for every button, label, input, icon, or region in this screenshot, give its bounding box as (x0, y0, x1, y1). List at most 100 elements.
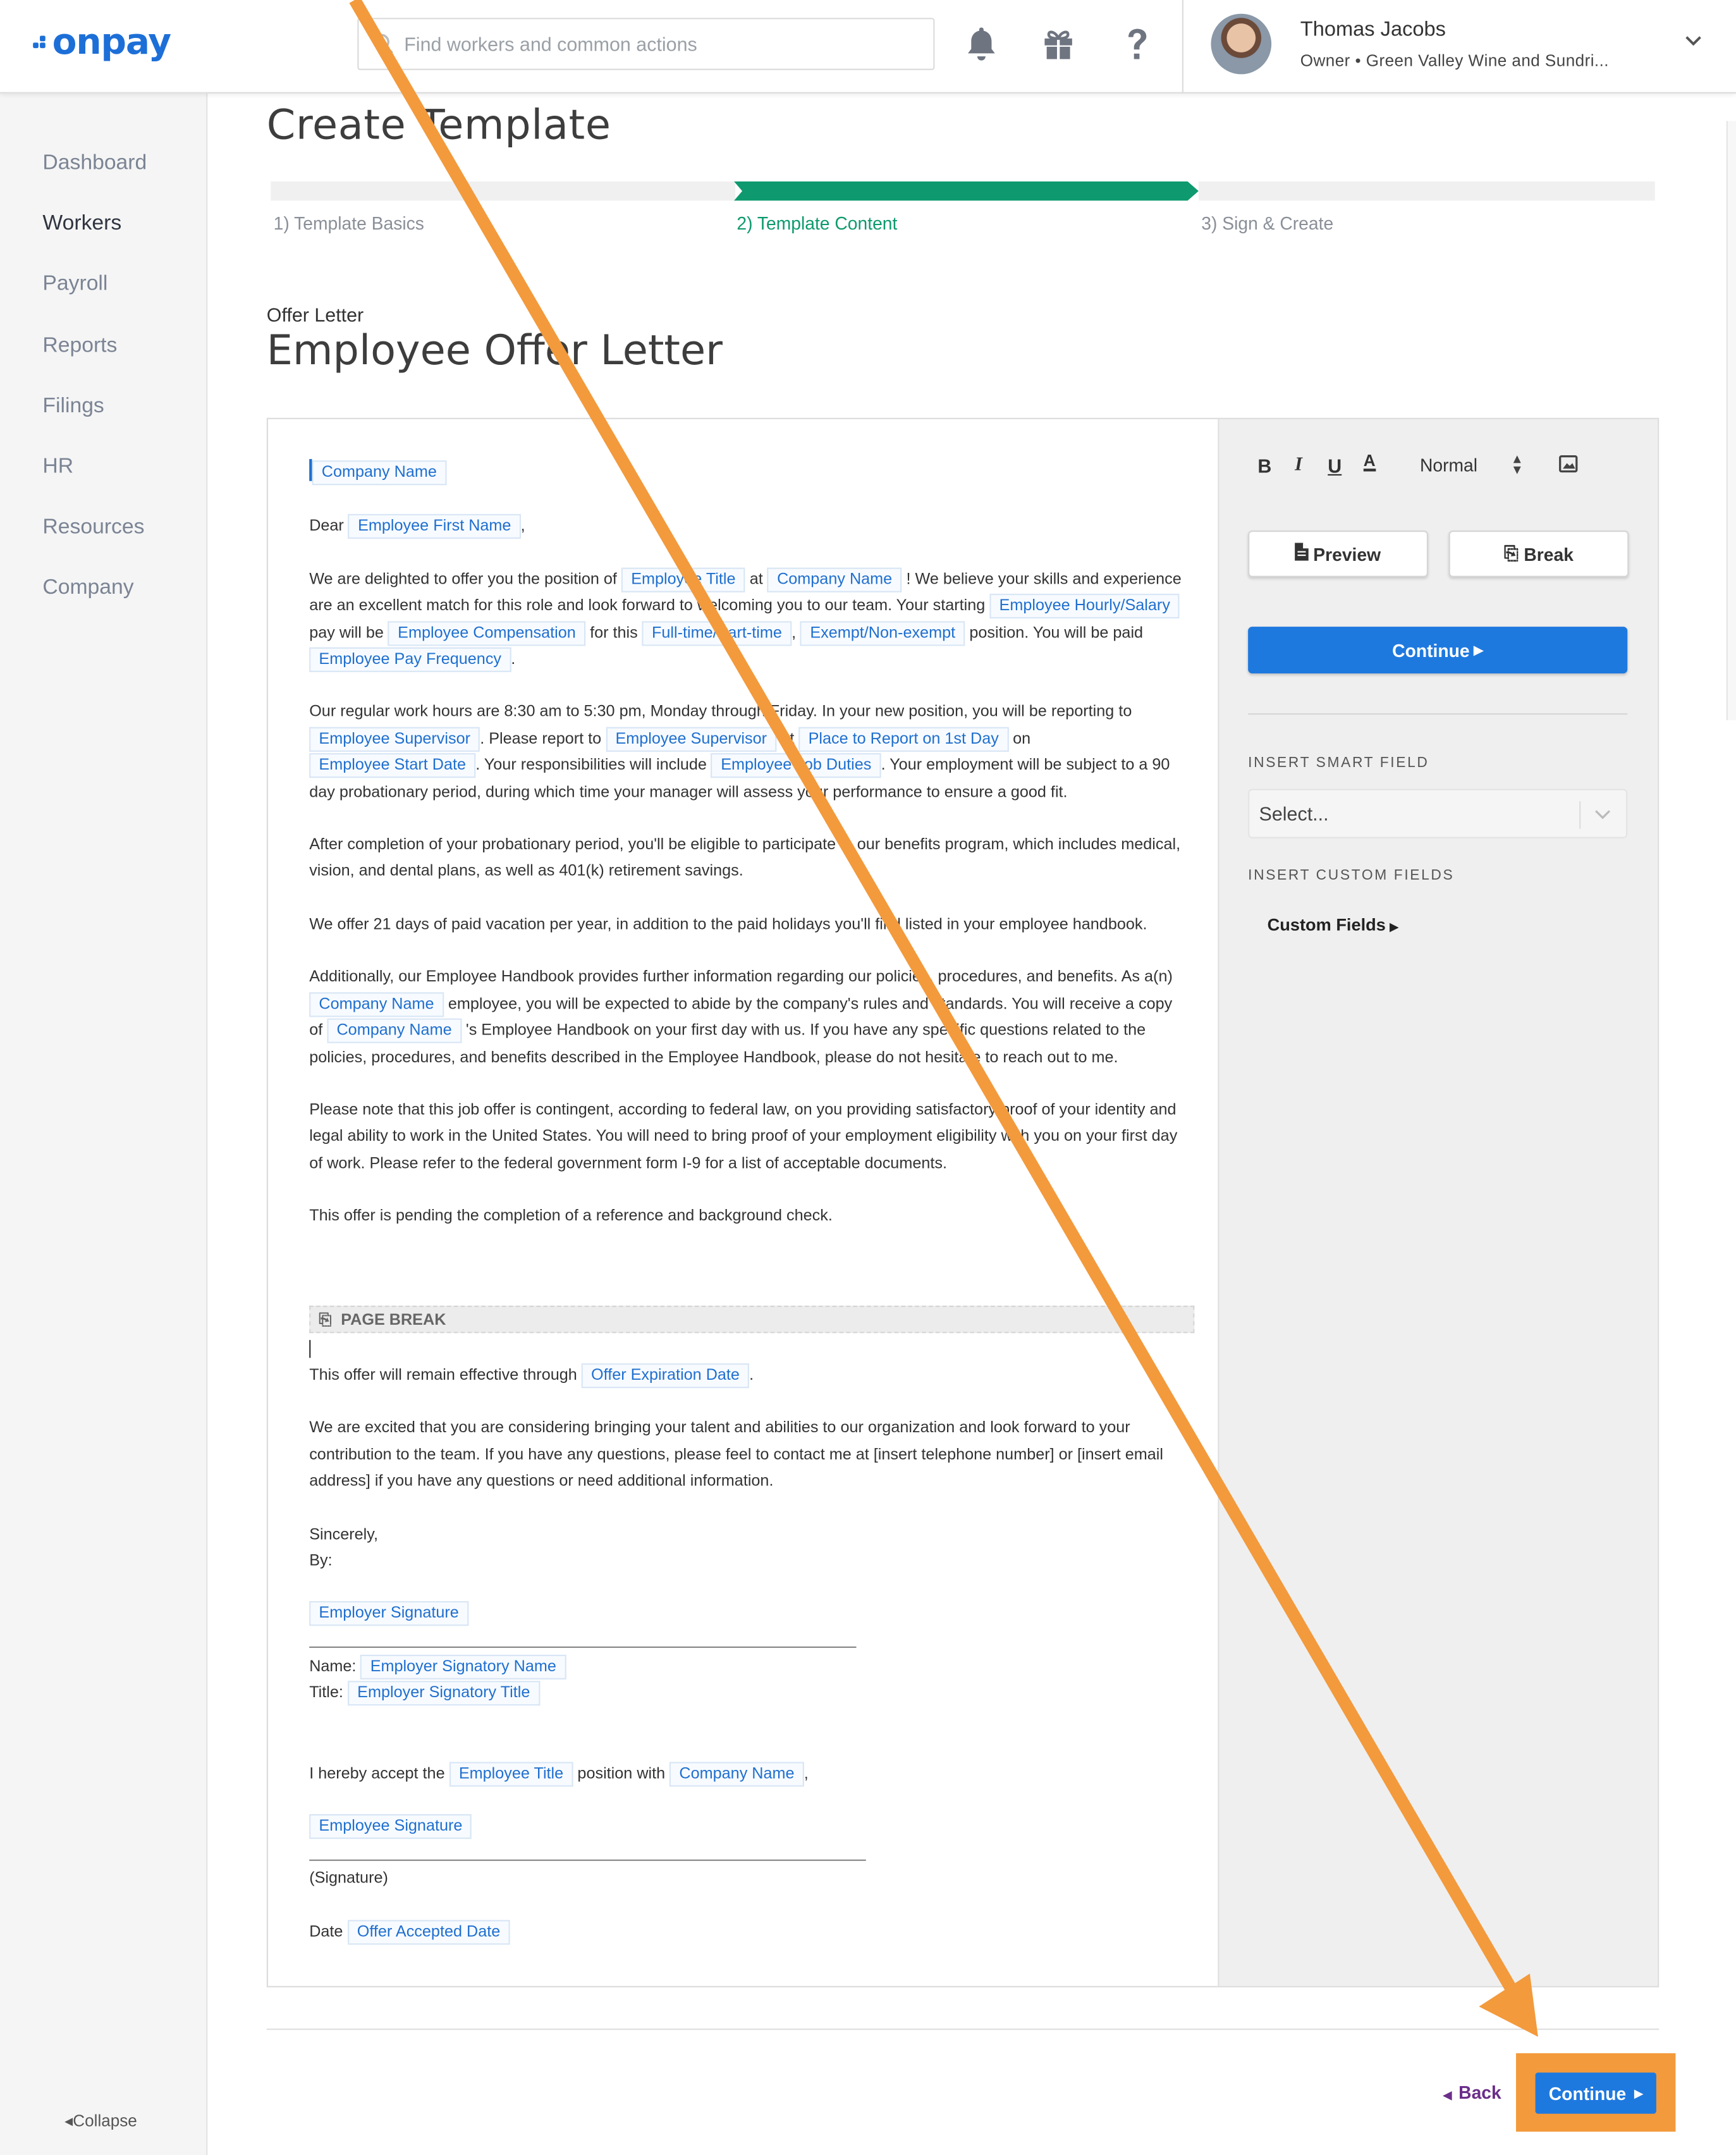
continue-button-panel[interactable]: Continue ▶ (1248, 627, 1628, 674)
sidebar-item-dashboard[interactable]: Dashboard (42, 151, 147, 176)
caret-right-icon: ▶ (1390, 921, 1398, 933)
smart-field-employee-start-date[interactable]: Employee Start Date (309, 753, 476, 778)
smart-field-exempt-non-exempt[interactable]: Exempt/Non-exempt (800, 620, 965, 646)
page-break-label: PAGE BREAK (341, 1311, 446, 1329)
smart-field-employee-first-name[interactable]: Employee First Name (348, 514, 521, 539)
caret-right-icon: ▶ (1474, 642, 1484, 656)
bold-button[interactable]: B (1257, 455, 1271, 477)
smart-field-company-name[interactable]: Company Name (312, 460, 447, 486)
smart-field-employer-signatory-name[interactable]: Employer Signatory Name (360, 1654, 566, 1679)
smart-field-company-name[interactable]: Company Name (767, 567, 902, 592)
sidebar: Dashboard Workers Payroll Reports Filing… (0, 93, 208, 2155)
smart-field-select[interactable]: Select... (1248, 789, 1628, 838)
paragraph-text: Our regular work hours are 8:30 am to 5:… (309, 703, 1132, 721)
page-break-icon: ⎘ (319, 1311, 332, 1329)
smart-field-offer-accepted-date[interactable]: Offer Accepted Date (347, 1920, 510, 1945)
custom-fields-label: Custom Fields (1267, 915, 1386, 935)
step-label-1[interactable]: 1) Template Basics (274, 213, 424, 234)
smart-field-employee-supervisor[interactable]: Employee Supervisor (309, 727, 480, 752)
paragraph-text: We are delighted to offer you the positi… (309, 570, 617, 588)
continue-label: Continue (1548, 2082, 1627, 2104)
text-color-button[interactable]: A (1363, 452, 1376, 472)
search-placeholder: Find workers and common actions (404, 33, 697, 55)
smart-field-employee-title[interactable]: Employee Title (449, 1761, 573, 1786)
format-select[interactable]: Normal (1420, 455, 1477, 476)
paragraph-i9: Please note that this job offer is conti… (309, 1100, 1178, 1172)
paragraph-text: on (1013, 729, 1031, 748)
back-button[interactable]: ◀ Back (1443, 2082, 1501, 2103)
preview-button[interactable]: Preview (1248, 530, 1428, 577)
smart-field-employee-signature[interactable]: Employee Signature (309, 1814, 472, 1839)
header-divider (1182, 0, 1183, 94)
chevron-down-icon[interactable] (1593, 804, 1612, 830)
underline-button[interactable]: U (1328, 455, 1342, 477)
smart-field-place-to-report[interactable]: Place to Report on 1st Day (798, 727, 1009, 752)
text-cursor (309, 1340, 311, 1358)
smart-field-employee-title[interactable]: Employee Title (621, 567, 745, 592)
smart-field-employee-hourly-salary[interactable]: Employee Hourly/Salary (989, 594, 1180, 619)
sidebar-item-reports[interactable]: Reports (42, 334, 117, 359)
sidebar-item-hr[interactable]: HR (42, 455, 73, 479)
smart-field-employer-signature[interactable]: Employer Signature (309, 1602, 469, 1627)
step-bar-3 (1198, 181, 1655, 201)
search-input[interactable]: Find workers and common actions (357, 18, 935, 70)
bell-icon[interactable] (963, 25, 999, 63)
continue-button[interactable]: Continue ▶ (1535, 2072, 1656, 2114)
gift-icon[interactable] (1041, 25, 1077, 63)
page-break-icon: ⎘ (1504, 543, 1519, 564)
letter-body-page-2[interactable]: This offer will remain effective through… (309, 1362, 1189, 1945)
help-icon[interactable] (1119, 25, 1155, 63)
smart-field-employee-pay-frequency[interactable]: Employee Pay Frequency (309, 647, 511, 672)
sidebar-item-workers[interactable]: Workers (42, 212, 121, 236)
smart-field-offer-expiration-date[interactable]: Offer Expiration Date (581, 1363, 750, 1389)
page-title: Create Template (266, 101, 611, 150)
title-label: Title: (309, 1684, 343, 1702)
paragraph-text: . Your responsibilities will include (475, 756, 707, 775)
sidebar-item-filings[interactable]: Filings (42, 395, 104, 419)
caret-right-icon: ▶ (1634, 2087, 1643, 2099)
collapse-button[interactable]: ◂Collapse (64, 2111, 137, 2130)
document-type: Offer Letter (266, 304, 364, 326)
smart-field-company-name[interactable]: Company Name (309, 992, 444, 1017)
collapse-label: Collapse (73, 2111, 137, 2130)
custom-fields-button[interactable]: Custom Fields ▶ (1268, 916, 1398, 935)
user-name[interactable]: Thomas Jacobs (1300, 18, 1446, 41)
smart-field-company-name[interactable]: Company Name (327, 1018, 462, 1043)
page-break[interactable]: ⎘ PAGE BREAK (309, 1305, 1195, 1334)
paragraph-benefits: After completion of your probationary pe… (309, 835, 1181, 881)
progress-stepper (271, 181, 1655, 201)
onpay-logo[interactable]: onpay (33, 22, 171, 63)
back-label: Back (1458, 2082, 1501, 2103)
break-button[interactable]: ⎘ Break (1448, 530, 1629, 577)
sincerely-text: Sincerely, (309, 1525, 379, 1543)
format-select-arrows-icon[interactable]: ▴ ▾ (1513, 451, 1521, 477)
italic-button[interactable]: I (1295, 455, 1302, 477)
user-role: Owner • Green Valley Wine and Sundri... (1300, 51, 1609, 70)
step-bar-2-active (734, 181, 1199, 201)
top-bar: onpay Find workers and common actions Th… (0, 0, 1736, 94)
paragraph-text: This offer will remain effective through (309, 1366, 577, 1384)
sidebar-item-company[interactable]: Company (42, 576, 133, 601)
smart-field-employee-compensation[interactable]: Employee Compensation (388, 620, 586, 646)
insert-custom-fields-heading: INSERT CUSTOM FIELDS (1248, 867, 1455, 884)
letter-body[interactable]: Company Name Dear Employee First Name, W… (309, 453, 1189, 1229)
paragraph-text: Additionally, our Employee Handbook prov… (309, 967, 1173, 986)
sidebar-item-resources[interactable]: Resources (42, 515, 144, 540)
caret-left-icon: ◀ (1443, 2089, 1452, 2102)
step-label-3[interactable]: 3) Sign & Create (1201, 213, 1333, 234)
chevron-down-icon[interactable] (1682, 30, 1704, 59)
employee-signature-line (309, 1859, 866, 1861)
smart-field-full-time-part-time[interactable]: Full-time/Part-time (642, 620, 792, 646)
image-icon[interactable] (1559, 455, 1578, 479)
smart-field-employer-signatory-title[interactable]: Employer Signatory Title (347, 1681, 540, 1706)
paragraph-text: I hereby accept the (309, 1764, 445, 1783)
smart-field-employee-job-duties[interactable]: Employee Job Duties (711, 753, 881, 778)
sidebar-item-payroll[interactable]: Payroll (42, 272, 107, 297)
smart-field-company-name[interactable]: Company Name (669, 1761, 804, 1786)
step-label-2[interactable]: 2) Template Content (737, 213, 897, 234)
salutation: Dear (309, 517, 344, 536)
user-avatar[interactable] (1211, 13, 1272, 75)
smart-field-employee-supervisor[interactable]: Employee Supervisor (606, 727, 777, 752)
employer-signature-line (309, 1646, 857, 1648)
scrollbar[interactable] (1726, 121, 1736, 720)
